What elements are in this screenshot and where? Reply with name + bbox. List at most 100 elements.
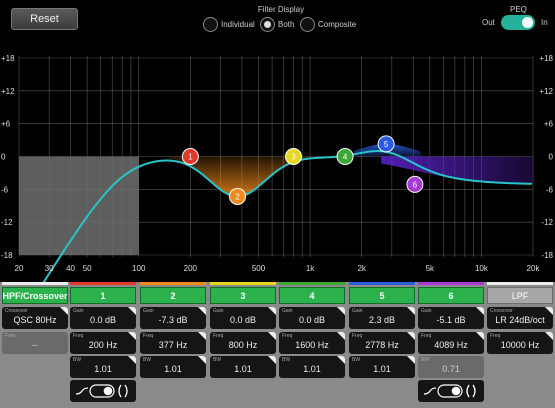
band-4-button[interactable]: 4 — [279, 287, 345, 304]
field-value: 200 Hz — [88, 340, 118, 350]
dropdown-corner-icon — [476, 307, 484, 315]
band-2-button[interactable]: 2 — [140, 287, 206, 304]
y-tick-label-right: +6 — [544, 120, 554, 129]
band-1-shape-switch[interactable] — [70, 380, 136, 402]
field-label: Gain — [352, 308, 363, 314]
dropdown-corner-icon — [407, 356, 415, 364]
x-tick-label: 500 — [252, 264, 266, 273]
radio-both-label: Both — [278, 19, 295, 29]
field-label: Freq — [73, 333, 84, 339]
y-tick-label-left: -18 — [1, 251, 13, 260]
radio-both[interactable]: Both — [260, 16, 294, 32]
band-3-bw-field[interactable]: BW 1.01 — [210, 356, 276, 378]
x-tick-label: 100 — [132, 264, 146, 273]
x-tick-label: 40 — [66, 264, 75, 273]
control-panel: HPF/Crossover Crossover QSC 80Hz Freq --… — [0, 282, 555, 408]
band-4-freq-field[interactable]: Freq 1600 Hz — [279, 332, 345, 354]
band-1-node-label: 1 — [188, 153, 193, 162]
band-1-gain-field[interactable]: Gain 0.0 dB — [70, 307, 136, 329]
dropdown-corner-icon — [476, 332, 484, 340]
lpf-freq-field[interactable]: Freq 10000 Hz — [487, 332, 553, 354]
y-tick-label-right: -6 — [546, 185, 554, 194]
field-label: Gain — [282, 308, 293, 314]
field-value: 377 Hz — [158, 340, 188, 350]
band-4-node-label: 4 — [343, 153, 348, 162]
y-tick-label-right: -12 — [541, 218, 553, 227]
dropdown-corner-icon — [198, 307, 206, 315]
band-1-freq-field[interactable]: Freq 200 Hz — [70, 332, 136, 354]
band-6-shape-switch[interactable] — [418, 380, 484, 402]
peq-toggle[interactable] — [501, 15, 535, 30]
radio-individual[interactable]: Individual — [203, 16, 255, 32]
band-6-gain-field[interactable]: Gain -5.1 dB — [418, 307, 484, 329]
band-5-button[interactable]: 5 — [349, 287, 415, 304]
band-3-freq-field[interactable]: Freq 800 Hz — [210, 332, 276, 354]
peq-in-label: In — [541, 18, 548, 27]
field-label: Crossover — [5, 308, 28, 314]
lpf-color-bar — [487, 282, 553, 285]
field-value: 800 Hz — [228, 340, 258, 350]
band-2-node-label: 2 — [235, 192, 240, 201]
band-3-gain-field[interactable]: Gain 0.0 dB — [210, 307, 276, 329]
band-4-gain-field[interactable]: Gain 0.0 dB — [279, 307, 345, 329]
field-value: 1.01 — [94, 364, 112, 374]
dropdown-corner-icon — [545, 307, 553, 315]
band-1-button[interactable]: 1 — [70, 287, 136, 304]
field-value: 2.3 dB — [368, 315, 396, 325]
x-tick-label: 5k — [426, 264, 435, 273]
band-5-freq-field[interactable]: Freq 2778 Hz — [349, 332, 415, 354]
field-label: Freq — [5, 333, 16, 339]
field-value: -- — [32, 340, 38, 350]
lpf-crossover-field[interactable]: Crossover LR 24dB/oct — [487, 307, 553, 329]
radio-composite[interactable]: Composite — [300, 16, 356, 32]
eq-graph[interactable]: +18 +18 +12 +12 +6 +6 0 0 -6 -6 -12 -12 -18 -18 20 30 40… — [0, 37, 555, 282]
y-tick-label-left: +6 — [1, 120, 11, 129]
band-6-button[interactable]: 6 — [418, 287, 484, 304]
band-5-gain-field[interactable]: Gain 2.3 dB — [349, 307, 415, 329]
y-tick-label-left: +12 — [1, 87, 15, 96]
filter-display-title: Filter Display — [257, 5, 305, 14]
shelf-toggle-icon — [75, 384, 128, 398]
band-2-bw-field[interactable]: BW 1.01 — [140, 356, 206, 378]
band-6-freq-field[interactable]: Freq 4089 Hz — [418, 332, 484, 354]
dropdown-corner-icon — [268, 356, 276, 364]
reset-button[interactable]: Reset — [11, 8, 78, 30]
field-value: QSC 80Hz — [13, 315, 57, 325]
field-label: Freq — [490, 333, 501, 339]
hpf-crossover-button[interactable]: HPF/Crossover — [2, 287, 68, 304]
field-value: 1.01 — [234, 364, 252, 374]
field-label: Gain — [421, 308, 432, 314]
field-label: BW — [143, 357, 152, 363]
field-label: BW — [213, 357, 222, 363]
field-value: LR 24dB/oct — [495, 315, 545, 325]
band-4-color-bar — [279, 282, 345, 285]
band-2-freq-field[interactable]: Freq 377 Hz — [140, 332, 206, 354]
lpf-button[interactable]: LPF — [487, 287, 553, 304]
radio-circle-icon — [203, 16, 218, 32]
band-3-color-bar — [210, 282, 276, 285]
y-tick-label-right: 0 — [549, 153, 554, 162]
band-2-gain-field[interactable]: Gain -7.3 dB — [140, 307, 206, 329]
radio-circle-icon — [300, 16, 315, 32]
field-value: 0.0 dB — [89, 315, 117, 325]
y-tick-label-right: -18 — [541, 251, 553, 260]
field-label: Freq — [213, 333, 224, 339]
hpf-freq-field: Freq -- — [2, 332, 68, 354]
field-label: BW — [73, 357, 82, 363]
hpf-crossover-field[interactable]: Crossover QSC 80Hz — [2, 307, 68, 329]
band-6-color-bar — [418, 282, 484, 285]
y-tick-label-right: +18 — [539, 54, 553, 63]
dropdown-corner-icon — [198, 356, 206, 364]
dropdown-corner-icon — [128, 307, 136, 315]
band-2-color-bar — [140, 282, 206, 285]
field-value: 0.0 dB — [229, 315, 257, 325]
dropdown-corner-icon — [545, 332, 553, 340]
band-6-bw-field: BW 0.71 — [418, 356, 484, 378]
band-1-bw-field[interactable]: BW 1.01 — [70, 356, 136, 378]
band-3-button[interactable]: 3 — [210, 287, 276, 304]
band-5-bw-field[interactable]: BW 1.01 — [349, 356, 415, 378]
band-4-bw-field[interactable]: BW 1.01 — [279, 356, 345, 378]
dropdown-corner-icon — [198, 332, 206, 340]
x-tick-label: 10k — [475, 264, 489, 273]
field-value: -5.1 dB — [436, 315, 466, 325]
